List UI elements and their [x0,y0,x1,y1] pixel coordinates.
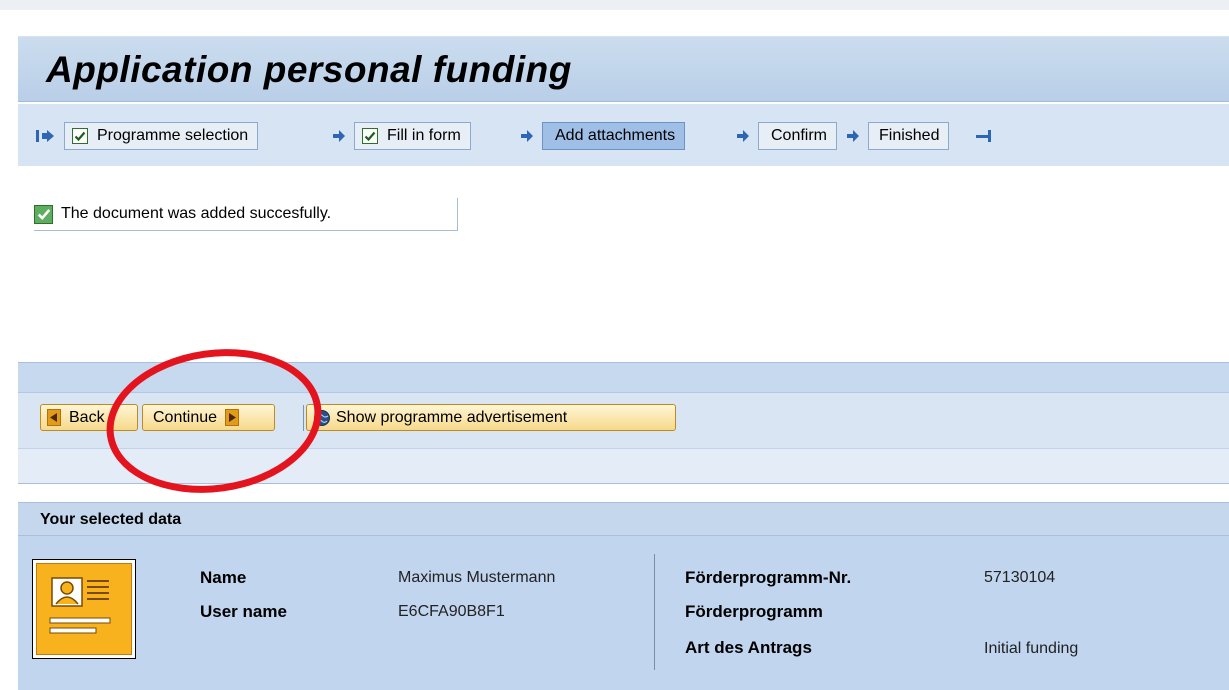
selected-data-header: Your selected data [18,502,1229,536]
user-card-icon [32,559,136,659]
arrow-right-icon [842,122,864,150]
arrow-right-icon [516,122,538,150]
arrow-right-icon [732,122,754,150]
roadmap-step-add-attachments[interactable]: Add attachments [542,122,686,150]
roadmap-start-icon [34,122,56,150]
continue-button-label: Continue [153,408,218,426]
show-programme-advertisement-button[interactable]: Show programme advertisement [306,404,676,431]
back-button-label: Back [69,408,105,426]
triangle-right-icon [225,409,240,426]
selected-data-title: Your selected data [40,511,182,528]
continue-button[interactable]: Continue [142,404,275,431]
check-icon [362,128,378,144]
globe-icon [313,409,331,427]
art-des-antrags-value: Initial funding [984,640,1079,657]
column-divider [654,554,655,670]
foerderprogramm-nr-value: 57130104 [984,569,1056,586]
roadmap: Programme selection Fill in form Add att… [18,104,1229,166]
check-icon [72,128,88,144]
roadmap-step-label: Confirm [771,127,828,144]
roadmap-step-confirm[interactable]: Confirm [758,122,838,150]
toolbar-footer [18,448,1229,484]
foerderprogramm-nr-label: Förderprogramm-Nr. [685,568,852,587]
user-name-value: E6CFA90B8F1 [398,603,505,620]
arrow-right-icon [328,122,350,150]
toolbar-separator [303,405,304,431]
message-text: The document was added succesfully. [61,205,332,222]
roadmap-step-fill-in-form[interactable]: Fill in form [354,122,471,150]
name-label: Name [200,568,247,587]
back-button[interactable]: Back [40,404,138,431]
selected-data-panel: Name Maximus Mustermann User name E6CFA9… [18,536,1229,690]
user-name-label: User name [200,602,287,621]
page-title: Application personal funding [46,49,572,90]
roadmap-step-programme-selection[interactable]: Programme selection [64,122,259,150]
roadmap-step-label: Programme selection [97,127,249,144]
triangle-left-icon [47,409,61,426]
roadmap-step-label: Finished [879,127,940,144]
top-strip [0,0,1229,10]
foerderprogramm-label: Förderprogramm [685,602,823,621]
title-bar: Application personal funding [18,36,1229,102]
roadmap-step-label: Fill in form [387,127,461,144]
toolbar: Back Continue Show programme advertiseme… [18,392,1229,448]
roadmap-step-finished[interactable]: Finished [868,122,950,150]
success-message: The document was added succesfully. [34,198,458,231]
name-value: Maximus Mustermann [398,569,556,586]
roadmap-end-icon [974,122,996,150]
art-des-antrags-label: Art des Antrags [685,638,812,657]
check-icon [34,204,53,224]
roadmap-step-label: Add attachments [555,127,676,144]
show-programme-advertisement-label: Show programme advertisement [336,408,568,426]
toolbar-header [18,362,1229,392]
